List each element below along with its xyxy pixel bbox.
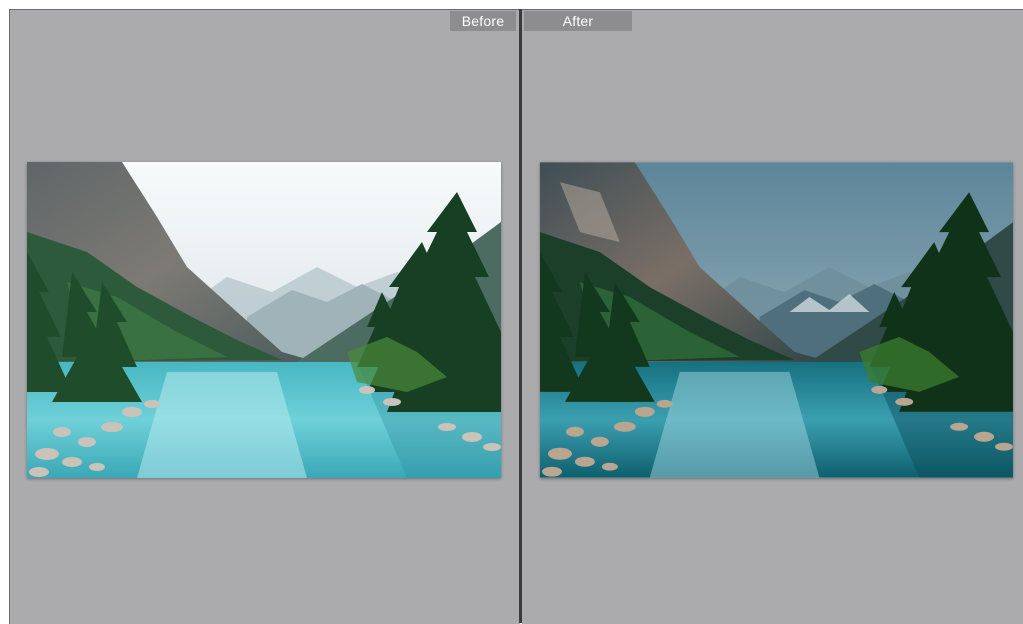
after-pane: After	[522, 9, 1023, 624]
before-photo-image	[27, 162, 501, 478]
before-label: Before	[450, 11, 516, 31]
before-pane: Before	[9, 9, 520, 624]
before-after-compare-view: Before After	[0, 0, 1023, 624]
after-photo[interactable]	[540, 162, 1013, 478]
before-photo[interactable]	[27, 162, 501, 478]
after-photo-image	[540, 162, 1013, 478]
after-label: After	[524, 11, 632, 31]
